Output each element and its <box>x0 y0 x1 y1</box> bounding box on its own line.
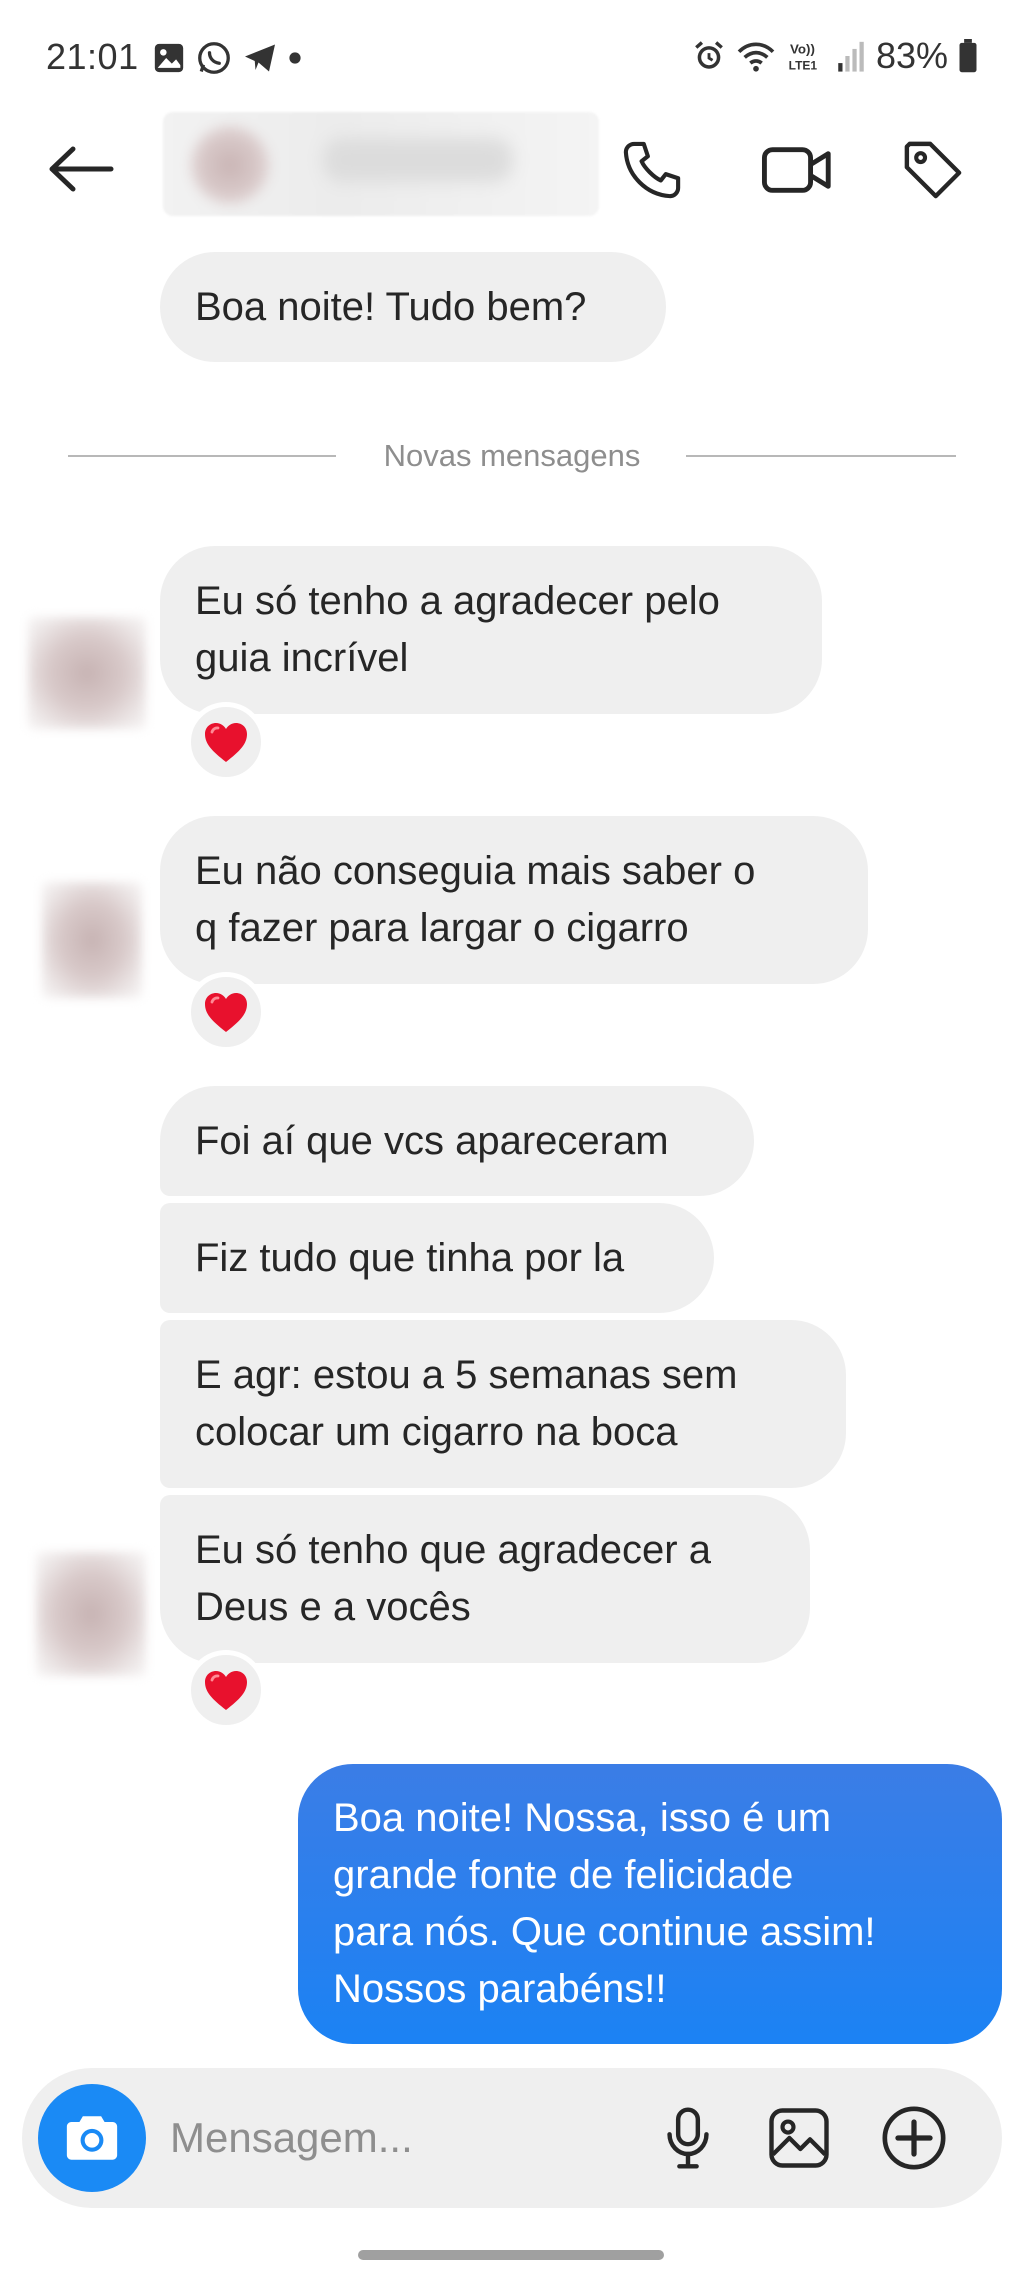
message-reaction[interactable] <box>186 1650 266 1730</box>
chat-header <box>0 112 1024 222</box>
message-text: Eu só tenho que agradecer a Deus e a voc… <box>195 1528 711 1629</box>
message-text: Eu não conseguia mais saber o q fazer pa… <box>195 849 756 950</box>
notification-icons <box>152 38 302 78</box>
back-button[interactable] <box>40 134 120 204</box>
gallery-button[interactable] <box>759 2098 839 2178</box>
message-bubble-incoming[interactable]: E agr: estou a 5 semanas sem colocar um … <box>160 1320 846 1488</box>
video-camera-icon <box>761 147 831 193</box>
contact-profile[interactable] <box>163 112 599 216</box>
message-text: Eu só tenho a agradecer pelo guia incrív… <box>195 579 720 680</box>
plus-circle-icon <box>882 2106 946 2170</box>
status-time: 21:01 <box>46 36 139 77</box>
message-bubble-incoming[interactable]: Eu não conseguia mais saber o q fazer pa… <box>160 816 868 984</box>
voice-message-button[interactable] <box>648 2098 728 2178</box>
message-bubble-incoming[interactable]: Eu só tenho a agradecer pelo guia incrív… <box>160 546 822 714</box>
heart-reaction-icon <box>205 993 247 1032</box>
sender-avatar[interactable] <box>36 1552 146 1676</box>
home-indicator[interactable] <box>358 2250 664 2260</box>
whatsapp-notification-icon <box>198 42 230 74</box>
message-text: Boa noite! Nossa, isso é um grande fonte… <box>333 1796 876 2011</box>
heart-reaction-icon <box>205 723 247 762</box>
message-text: Foi aí que vcs apareceram <box>195 1118 669 1163</box>
sender-avatar[interactable] <box>28 617 146 729</box>
arrow-left-icon <box>49 146 114 192</box>
image-icon <box>769 2108 829 2168</box>
system-icons: Vo)) LTE1 83% <box>692 35 978 76</box>
camera-icon <box>66 2116 118 2160</box>
new-messages-divider: Novas mensagens <box>68 436 956 476</box>
message-bubble-incoming[interactable]: Eu só tenho que agradecer a Deus e a voc… <box>160 1495 810 1663</box>
heart-reaction-icon <box>205 1671 247 1710</box>
more-options-button[interactable] <box>874 2098 954 2178</box>
more-notifications-dot-icon <box>289 52 301 64</box>
wifi-icon <box>737 42 775 72</box>
contact-name-redacted <box>323 138 513 182</box>
contact-avatar <box>191 126 269 204</box>
message-bubble-outgoing[interactable]: Boa noite! Nossa, isso é um grande fonte… <box>298 1764 1002 2044</box>
battery-percentage: 83% <box>875 35 948 76</box>
status-bar: 21:01 Vo)) LTE1 83% <box>0 0 1024 112</box>
message-text: Fiz tudo que tinha por la <box>195 1235 625 1280</box>
message-reaction[interactable] <box>186 972 266 1052</box>
alarm-icon <box>695 41 723 69</box>
sender-avatar[interactable] <box>42 882 142 998</box>
gallery-notification-icon <box>154 43 184 73</box>
message-bubble-incoming[interactable]: Boa noite! Tudo bem? <box>160 252 666 362</box>
telegram-notification-icon <box>245 44 275 72</box>
message-bubble-incoming[interactable]: Fiz tudo que tinha por la <box>160 1203 714 1313</box>
message-reaction[interactable] <box>186 702 266 782</box>
svg-text:LTE1: LTE1 <box>789 58 818 72</box>
message-text: Boa noite! Tudo bem? <box>195 284 587 329</box>
signal-icon <box>838 41 864 72</box>
message-input[interactable] <box>170 2098 630 2178</box>
phone-icon <box>623 141 681 199</box>
volte-icon: Vo)) LTE1 <box>789 41 818 72</box>
microphone-icon <box>667 2107 709 2169</box>
message-composer <box>22 2068 1002 2208</box>
camera-button[interactable] <box>38 2084 146 2192</box>
message-bubble-incoming[interactable]: Foi aí que vcs apareceram <box>160 1086 754 1196</box>
voice-call-button[interactable] <box>612 130 692 210</box>
divider-label: Novas mensagens <box>353 438 671 473</box>
tag-button[interactable] <box>893 130 973 210</box>
video-call-button[interactable] <box>757 130 837 210</box>
battery-icon <box>959 39 977 73</box>
svg-text:Vo)): Vo)) <box>790 41 815 56</box>
tag-icon <box>904 141 962 199</box>
message-text: E agr: estou a 5 semanas sem colocar um … <box>195 1353 738 1454</box>
